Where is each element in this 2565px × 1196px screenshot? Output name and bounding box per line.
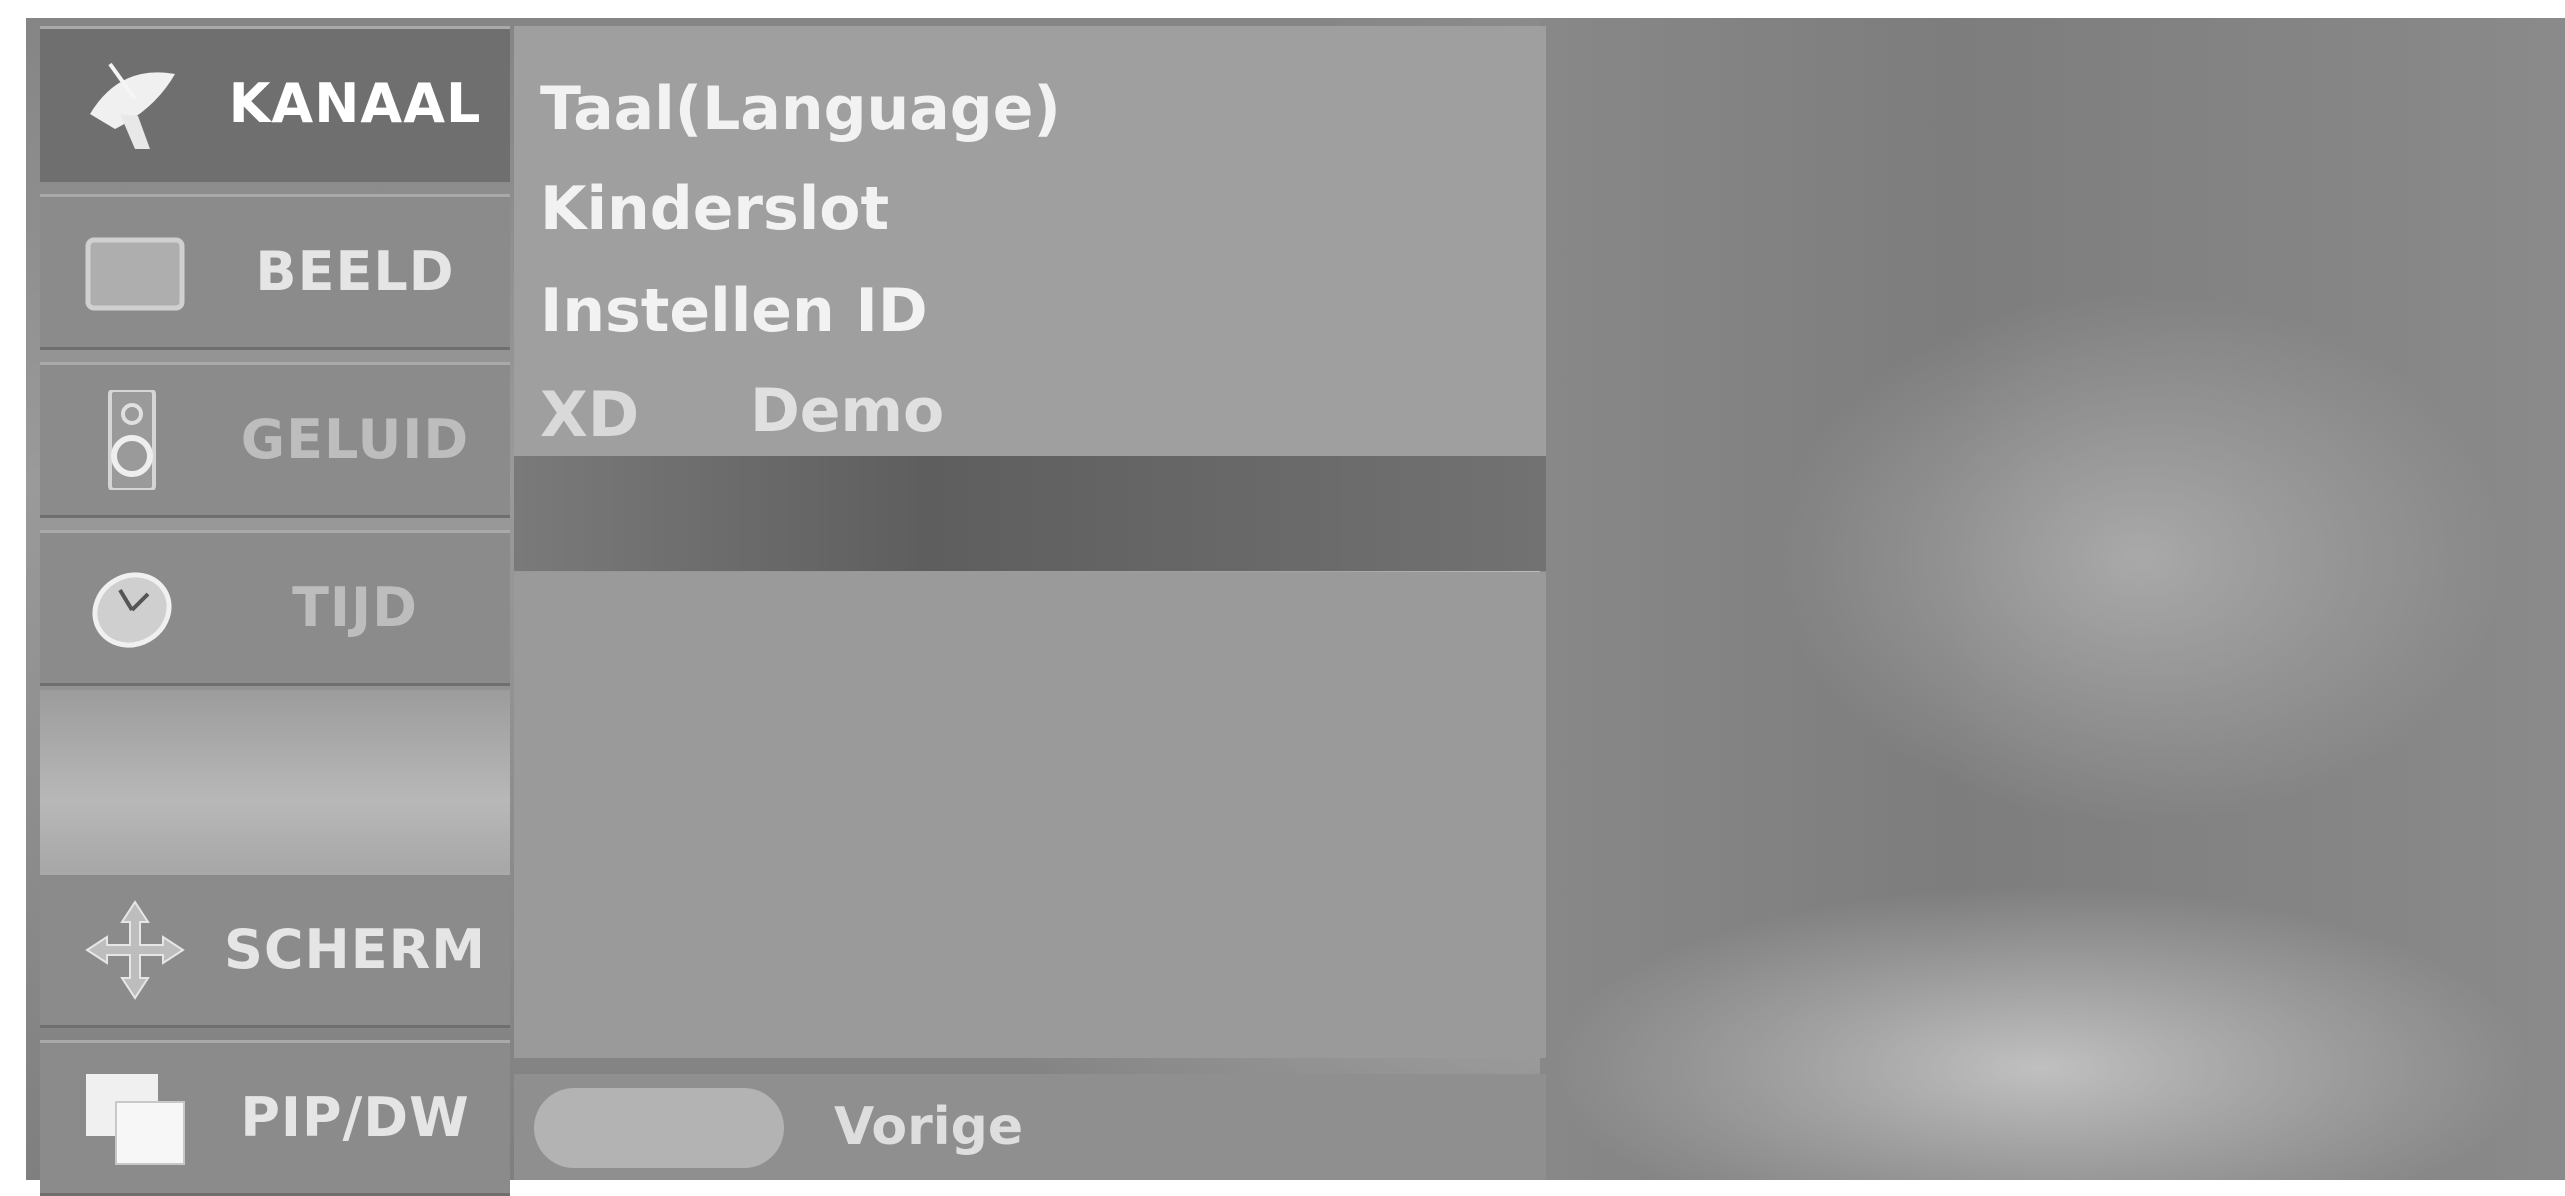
pip-windows-icon <box>86 1074 185 1165</box>
menu-item-beeld[interactable]: BEELD <box>40 194 510 350</box>
clock-icon <box>92 572 172 648</box>
menu-item-kanaal[interactable]: KANAAL <box>40 26 510 182</box>
svg-text:XD: XD <box>540 386 639 442</box>
submenu-item-language[interactable]: Taal(Language) <box>540 74 1061 144</box>
menu-item-label: PIP/DW <box>240 1086 470 1149</box>
menu-item-label: SCHERM <box>224 918 486 981</box>
menu-item-label: BEELD <box>255 240 455 303</box>
previous-button[interactable] <box>534 1088 784 1168</box>
menu-item-tijd[interactable]: TIJD <box>40 530 510 686</box>
menu-item-label: KANAAL <box>228 72 482 135</box>
menu-item-scherm[interactable]: SCHERM <box>40 872 510 1028</box>
previous-label: Vorige <box>834 1097 1024 1157</box>
menu-item-geluid[interactable]: GELUID <box>40 362 510 518</box>
demo-label: Demo <box>750 376 945 446</box>
submenu-item-kinderslot[interactable]: Kinderslot <box>540 174 889 244</box>
submenu-item-instellen-id[interactable]: Instellen ID <box>540 276 928 346</box>
main-menu: KANAAL BEELD GELUID TIJD SCHERM PIP/DW <box>26 26 510 1196</box>
satellite-dish-icon <box>90 62 175 149</box>
menu-item-label: GELUID <box>240 408 470 471</box>
tv-screen-icon <box>85 237 185 311</box>
menu-item-label: TIJD <box>292 576 418 639</box>
xd-logo-icon: XD <box>540 386 639 442</box>
menu-spacer <box>40 690 510 876</box>
submenu-panel: Taal(Language) Kinderslot Instellen ID X… <box>514 26 1546 456</box>
menu-item-pip-dw[interactable]: PIP/DW <box>40 1040 510 1196</box>
empty-panel <box>514 572 1546 1058</box>
navigation-footer: Vorige <box>514 1074 1546 1180</box>
speaker-icon <box>108 390 156 490</box>
video-background <box>1540 18 2565 1180</box>
move-arrows-icon <box>85 900 185 1000</box>
submenu-item-demo[interactable]: XD Demo <box>540 376 944 446</box>
submenu-shadow <box>514 456 1546 571</box>
